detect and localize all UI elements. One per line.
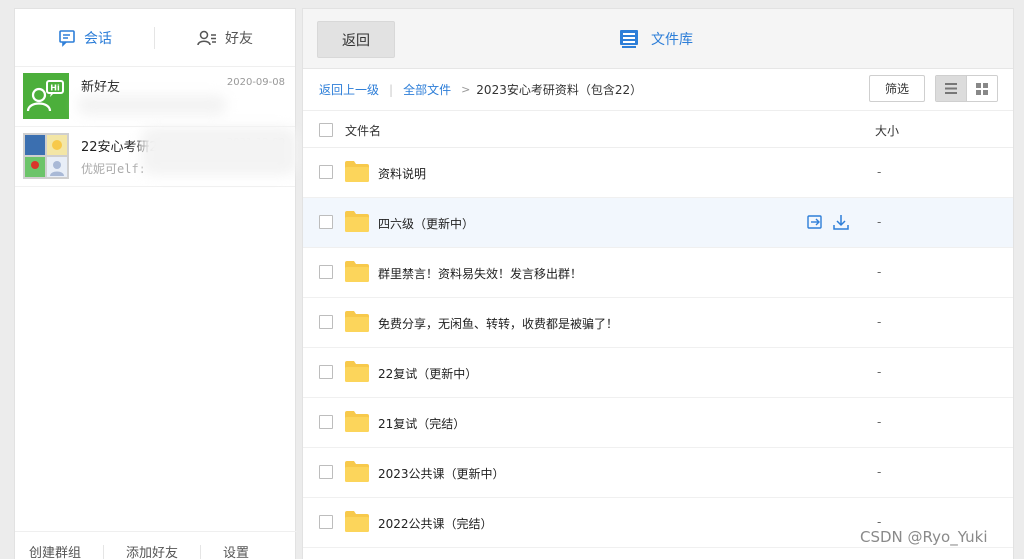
row-checkbox[interactable] [319,165,333,179]
file-library-panel: 返回 文件库 返回上一级 | 全部文件 > 2023安心考研资料（包含22） 筛… [302,8,1014,559]
library-title: 文件库 [619,29,693,49]
add-friend-button[interactable]: 添加好友 [126,542,178,559]
table-row[interactable]: 四六级（更新中） - [303,198,1013,248]
tab-friends-label: 好友 [225,30,253,47]
conversation-item-group[interactable]: 22安心考研291 2021-12-09 优妮可elf: [15,127,297,187]
folder-icon [345,211,369,232]
table-row[interactable]: 免费分享，无闲鱼、转转，收费都是被骗了！ - [303,298,1013,348]
back-button[interactable]: 返回 [317,21,395,58]
file-name: 2022公共课（完结） [378,517,493,531]
library-header: 返回 文件库 [303,9,1013,69]
file-size: - [877,265,882,279]
file-size: - [877,165,882,179]
folder-icon [345,361,369,382]
app-window: 会话 好友 Hi 新好友 2020-09-08 22安心考研291 优妮可elf… [0,0,1024,559]
table-row[interactable]: 22复试（更新中） - [303,348,1013,398]
select-all-checkbox[interactable] [319,123,333,137]
column-header-size: 大小 [875,124,900,138]
conversation-preview: 优妮可elf: [81,162,146,176]
file-size: - [877,315,882,329]
row-checkbox[interactable] [319,365,333,379]
chevron-right-icon: > [461,83,471,96]
row-checkbox[interactable] [319,465,333,479]
list-view-button[interactable] [936,76,967,101]
file-size: - [877,515,882,529]
file-name: 免费分享，无闲鱼、转转，收费都是被骗了！ [378,317,619,331]
row-checkbox[interactable] [319,515,333,529]
blur-redaction [77,95,227,115]
svg-text:Hi: Hi [50,84,60,93]
footer-divider [200,544,202,559]
file-name: 群里禁言！资料易失效！发言移出群！ [378,267,583,281]
watermark: CSDN @Ryo_Yuki [860,528,988,546]
folder-icon [345,411,369,432]
folder-icon [345,511,369,532]
file-table-header: 文件名 大小 [303,110,1013,148]
folder-icon [345,461,369,482]
table-row[interactable]: 资料说明 - [303,148,1013,198]
contacts-icon [197,30,216,45]
file-size: - [877,365,882,379]
file-size: - [877,465,882,479]
folder-icon [345,261,369,282]
breadcrumb-separator: | [389,82,394,97]
create-group-button[interactable]: 创建群组 [29,542,81,559]
tab-conversations-label: 会话 [84,30,112,47]
conversation-panel: 会话 好友 Hi 新好友 2020-09-08 22安心考研291 优妮可elf… [14,8,297,559]
file-name: 22复试（更新中） [378,367,478,381]
conversation-item-new-friend[interactable]: Hi 新好友 2020-09-08 [15,67,295,127]
row-checkbox[interactable] [319,315,333,329]
file-name: 21复试（完结） [378,417,466,431]
file-name: 资料说明 [378,167,427,181]
library-icon [620,30,638,48]
table-row[interactable]: 2023公共课（更新中） - [303,448,1013,498]
file-list: 资料说明 - 四六级（更新中） - 群里禁言！资料易失效！发言移出群！ - 免费… [303,148,1013,548]
filter-button[interactable]: 筛选 [869,75,925,102]
file-name: 四六级（更新中） [378,217,475,231]
conversation-name: 新好友 [81,80,121,95]
blur-redaction [141,127,297,175]
new-friend-icon: Hi [23,73,69,119]
breadcrumb-all-files-link[interactable]: 全部文件 [403,81,451,98]
folder-icon [345,311,369,332]
panel-footer: 创建群组 添加好友 设置 [15,531,297,559]
forward-icon[interactable] [807,214,823,230]
table-row[interactable]: 21复试（完结） - [303,398,1013,448]
breadcrumb-current: 2023安心考研资料（包含22） [476,83,643,97]
row-checkbox[interactable] [319,265,333,279]
tab-conversations[interactable]: 会话 [15,9,155,67]
file-size: - [877,215,882,229]
folder-icon [345,161,369,182]
breadcrumb-up-link[interactable]: 返回上一级 [319,81,379,98]
list-view-icon [945,83,958,94]
view-toggle [935,75,998,102]
column-header-name: 文件名 [345,124,382,138]
download-icon[interactable] [833,214,849,230]
settings-button[interactable]: 设置 [223,542,249,559]
table-row[interactable]: 群里禁言！资料易失效！发言移出群！ - [303,248,1013,298]
footer-divider [103,544,105,559]
row-checkbox[interactable] [319,415,333,429]
row-checkbox[interactable] [319,215,333,229]
grid-view-icon [976,82,989,95]
library-title-text: 文件库 [651,32,693,48]
breadcrumb: 返回上一级 | 全部文件 > 2023安心考研资料（包含22） [319,81,642,98]
grid-view-button[interactable] [966,76,997,101]
panel-tabs: 会话 好友 [15,9,295,67]
group-avatar [23,133,69,179]
conversation-time: 2020-09-08 [226,77,285,88]
tab-friends[interactable]: 好友 [155,9,295,67]
chat-icon [59,29,75,47]
file-name: 2023公共课（更新中） [378,467,505,481]
tab-divider [154,27,155,49]
file-size: - [877,415,882,429]
